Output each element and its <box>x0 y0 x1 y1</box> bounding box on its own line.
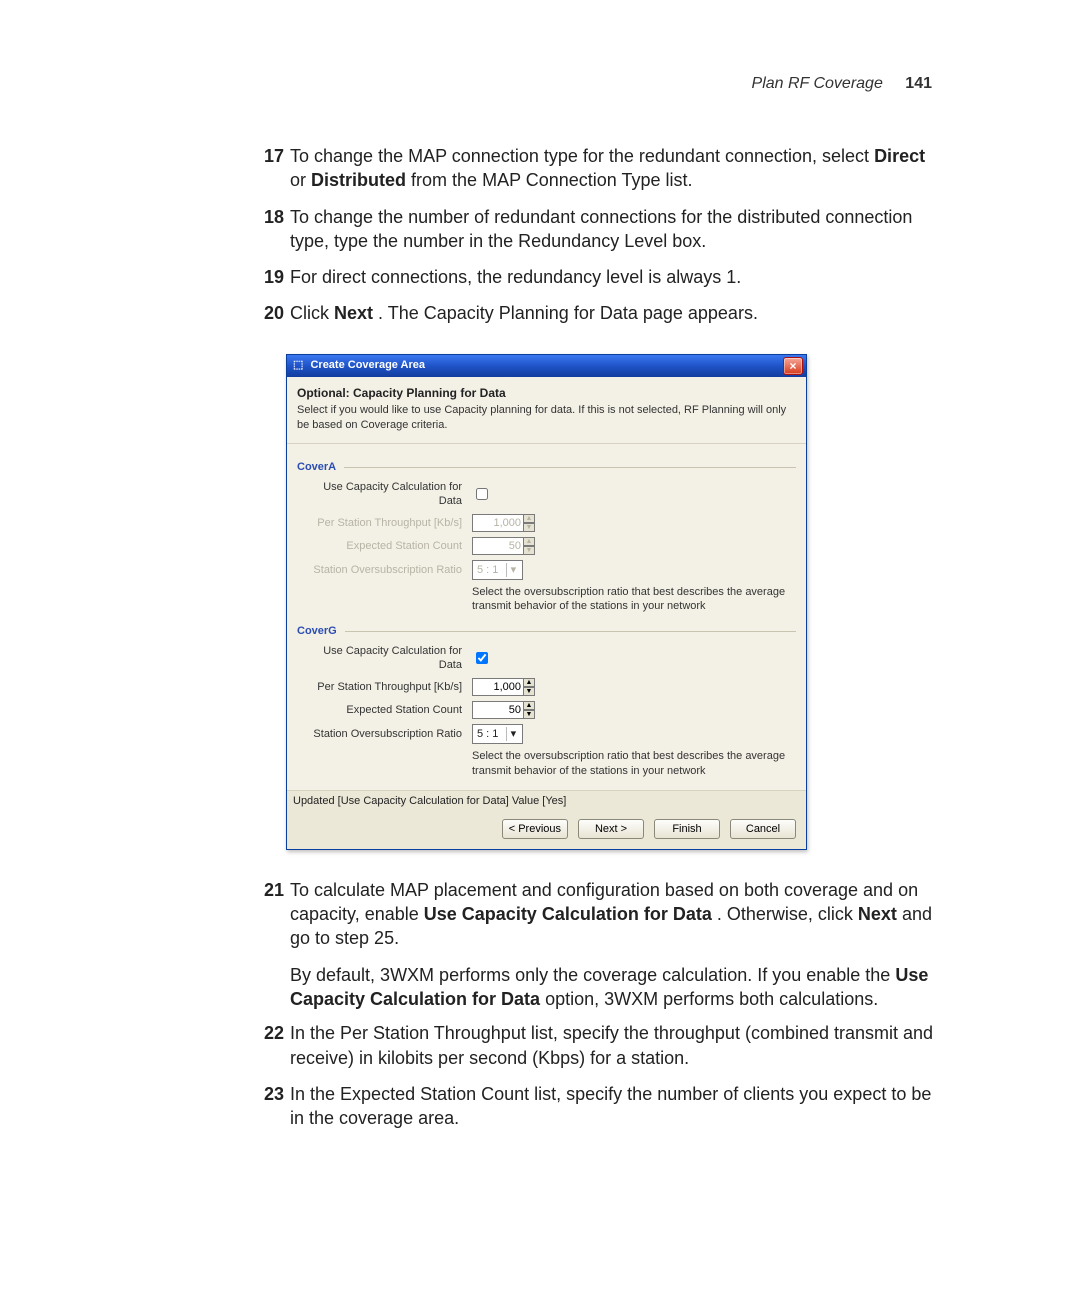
fieldset-coverg: CoverG Use Capacity Calculation for Data… <box>297 624 796 778</box>
covera-throughput-spinner: ▲ ▼ <box>523 514 535 532</box>
label-use-capacity: Use Capacity Calculation for Data <box>297 480 472 510</box>
label-station-count: Expected Station Count <box>297 539 472 554</box>
step-text: In the Expected Station Count list, spec… <box>290 1084 931 1128</box>
dialog-subheading: Select if you would like to use Capacity… <box>287 403 806 444</box>
legend-coverg: CoverG <box>297 624 337 639</box>
dialog-titlebar: ⬚ Create Coverage Area × <box>287 355 806 377</box>
close-icon: × <box>789 360 796 372</box>
label-use-capacity: Use Capacity Calculation for Data <box>297 644 472 674</box>
step-text: To change the MAP connection type for th… <box>290 146 874 166</box>
step-20: 20 Click Next . The Capacity Planning fo… <box>290 301 940 325</box>
step-text: . The Capacity Planning for Data page ap… <box>378 303 758 323</box>
step-text: from the MAP Connection Type list. <box>411 170 692 190</box>
previous-button[interactable]: < Previous <box>502 819 568 839</box>
coverg-throughput-spinner[interactable]: ▲ ▼ <box>523 678 535 696</box>
spin-up-icon[interactable]: ▲ <box>523 701 535 710</box>
divider <box>345 631 796 632</box>
bold-direct: Direct <box>874 146 925 166</box>
create-coverage-dialog: ⬚ Create Coverage Area × Optional: Capac… <box>286 354 807 850</box>
coverg-throughput-input[interactable] <box>472 678 524 696</box>
step-text: Click <box>290 303 334 323</box>
label-ratio: Station Oversubscription Ratio <box>297 727 472 742</box>
spin-down-icon: ▼ <box>523 523 535 532</box>
dialog-statusbar: Updated [Use Capacity Calculation for Da… <box>287 790 806 813</box>
step-text: option, 3WXM performs both calculations. <box>545 989 878 1009</box>
bold-next: Next <box>334 303 373 323</box>
step-23: 23 In the Expected Station Count list, s… <box>290 1082 940 1131</box>
coverg-station-count-spinner[interactable]: ▲ ▼ <box>523 701 535 719</box>
legend-covera: CoverA <box>297 460 336 475</box>
covera-throughput-input <box>472 514 524 532</box>
step-number: 19 <box>250 265 284 289</box>
step-text: or <box>290 170 311 190</box>
chevron-down-icon: ▾ <box>506 727 519 741</box>
close-button[interactable]: × <box>783 357 803 375</box>
step-text: . Otherwise, click <box>717 904 858 924</box>
spin-down-icon[interactable]: ▼ <box>523 687 535 696</box>
app-icon: ⬚ <box>293 359 303 371</box>
coverg-ratio-value: 5 : 1 <box>477 727 498 742</box>
step-21-paragraph: By default, 3WXM performs only the cover… <box>290 963 940 1012</box>
spin-up-icon: ▲ <box>523 514 535 523</box>
step-number: 18 <box>250 205 284 229</box>
bold-use-capacity: Use Capacity Calculation for Data <box>424 904 712 924</box>
step-22: 22 In the Per Station Throughput list, s… <box>290 1021 940 1070</box>
covera-station-count-spinner: ▲ ▼ <box>523 537 535 555</box>
step-19: 19 For direct connections, the redundanc… <box>290 265 940 289</box>
step-number: 22 <box>250 1021 284 1045</box>
step-21: 21 To calculate MAP placement and config… <box>290 878 940 951</box>
ratio-hint: Select the oversubscription ratio that b… <box>472 749 792 778</box>
covera-use-capacity-checkbox[interactable] <box>476 488 488 500</box>
spin-down-icon: ▼ <box>523 546 535 555</box>
coverg-ratio-select[interactable]: 5 : 1 ▾ <box>472 724 523 744</box>
step-number: 17 <box>250 144 284 168</box>
section-title: Plan RF Coverage <box>752 75 883 92</box>
finish-button[interactable]: Finish <box>654 819 720 839</box>
step-text: By default, 3WXM performs only the cover… <box>290 965 895 985</box>
label-throughput: Per Station Throughput [Kb/s] <box>297 516 472 531</box>
label-station-count: Expected Station Count <box>297 703 472 718</box>
next-button[interactable]: Next > <box>578 819 644 839</box>
label-ratio: Station Oversubscription Ratio <box>297 563 472 578</box>
step-17: 17 To change the MAP connection type for… <box>290 144 940 193</box>
step-text: To change the number of redundant connec… <box>290 207 912 251</box>
covera-ratio-value: 5 : 1 <box>477 563 498 578</box>
bold-next: Next <box>858 904 897 924</box>
spin-up-icon[interactable]: ▲ <box>523 678 535 687</box>
covera-ratio-select: 5 : 1 ▾ <box>472 560 523 580</box>
fieldset-covera: CoverA Use Capacity Calculation for Data… <box>297 460 796 614</box>
dialog-heading: Optional: Capacity Planning for Data <box>287 377 806 403</box>
step-18: 18 To change the number of redundant con… <box>290 205 940 254</box>
spin-down-icon[interactable]: ▼ <box>523 710 535 719</box>
step-text: In the Per Station Throughput list, spec… <box>290 1023 933 1067</box>
step-number: 21 <box>250 878 284 902</box>
coverg-station-count-input[interactable] <box>472 701 524 719</box>
spin-up-icon: ▲ <box>523 537 535 546</box>
bold-distributed: Distributed <box>311 170 406 190</box>
step-number: 23 <box>250 1082 284 1106</box>
running-header: Plan RF Coverage 141 <box>752 75 932 93</box>
covera-station-count-input <box>472 537 524 555</box>
chevron-down-icon: ▾ <box>506 563 519 577</box>
dialog-title: Create Coverage Area <box>310 359 425 371</box>
coverg-use-capacity-checkbox[interactable] <box>476 652 488 664</box>
divider <box>344 467 796 468</box>
step-number: 20 <box>250 301 284 325</box>
step-text: For direct connections, the redundancy l… <box>290 267 741 287</box>
label-throughput: Per Station Throughput [Kb/s] <box>297 680 472 695</box>
page-number: 141 <box>905 75 932 92</box>
cancel-button[interactable]: Cancel <box>730 819 796 839</box>
dialog-buttonbar: < Previous Next > Finish Cancel <box>287 813 806 849</box>
ratio-hint: Select the oversubscription ratio that b… <box>472 585 792 614</box>
